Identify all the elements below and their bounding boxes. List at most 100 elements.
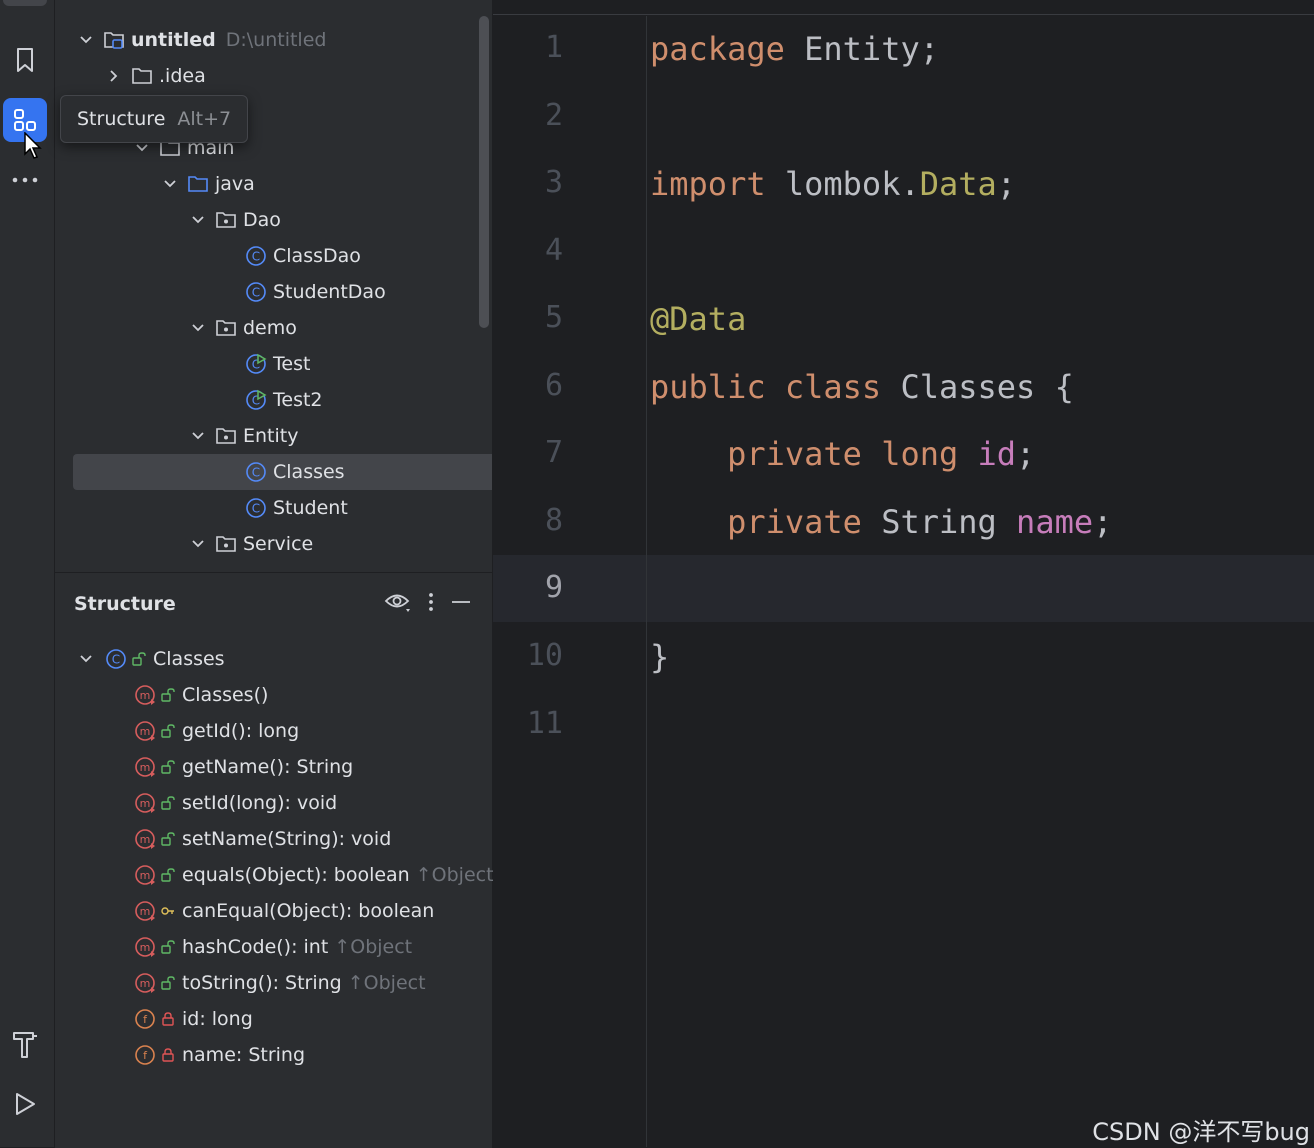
project-scrollbar[interactable] xyxy=(479,16,489,328)
svg-text:C: C xyxy=(112,653,120,667)
chevron-down-icon[interactable] xyxy=(189,211,207,229)
chevron-down-icon[interactable] xyxy=(189,535,207,553)
chevron-down-icon[interactable] xyxy=(189,427,207,445)
line-number[interactable]: 2 xyxy=(493,98,563,133)
view-options-button[interactable] xyxy=(384,591,412,617)
code-line-10[interactable]: } xyxy=(650,638,669,676)
tree-row-service[interactable]: Service xyxy=(55,526,492,562)
chevron-down-icon[interactable] xyxy=(77,31,95,49)
code-line-8[interactable]: private String name; xyxy=(650,503,1112,541)
method-icon: m xyxy=(134,936,156,958)
code-line-6[interactable]: public class Classes { xyxy=(650,368,1074,406)
keyword: private xyxy=(727,503,862,541)
project-panel: untitled D:\untitled .idea main java Dao… xyxy=(55,0,492,572)
tree-row-idea[interactable]: .idea xyxy=(55,58,492,94)
line-number[interactable]: 8 xyxy=(493,503,563,538)
svg-text:m: m xyxy=(140,761,151,774)
tree-row-entity[interactable]: Entity xyxy=(55,418,492,454)
structure-member-row[interactable]: f id: long xyxy=(134,1001,253,1037)
project-tool-button[interactable] xyxy=(3,0,47,6)
line-number[interactable]: 10 xyxy=(493,638,563,673)
tree-row-studentdao[interactable]: C StudentDao xyxy=(55,274,492,310)
code-text: ; xyxy=(996,165,1017,203)
watermark: CSDN @洋不写bug xyxy=(1092,1118,1310,1146)
line-number[interactable]: 3 xyxy=(493,165,563,200)
structure-member-row[interactable]: m hashCode(): int ↑Object xyxy=(134,929,412,965)
tree-label: Test2 xyxy=(273,389,323,411)
tree-row-classdao[interactable]: C ClassDao xyxy=(55,238,492,274)
field-icon: f xyxy=(134,1044,156,1066)
line-number-current[interactable]: 9 xyxy=(493,570,563,605)
chevron-down-icon[interactable] xyxy=(161,175,179,193)
line-number[interactable]: 6 xyxy=(493,368,563,403)
run-tool-button[interactable] xyxy=(3,1082,47,1126)
tree-row-test[interactable]: C Test xyxy=(55,346,492,382)
structure-member-row[interactable]: m getId(): long xyxy=(134,713,299,749)
tree-row-demo[interactable]: demo xyxy=(55,310,492,346)
public-visibility-icon xyxy=(131,651,147,667)
keyword: private long xyxy=(727,435,959,473)
structure-member-row[interactable]: m setId(long): void xyxy=(134,785,337,821)
more-tools-button[interactable] xyxy=(3,158,47,202)
tree-row-student[interactable]: C Student xyxy=(55,490,492,526)
line-number[interactable]: 5 xyxy=(493,300,563,335)
line-number[interactable]: 1 xyxy=(493,30,563,65)
member-signature: canEqual(Object): boolean xyxy=(182,900,435,922)
tree-label: Dao xyxy=(243,209,281,231)
structure-member-row[interactable]: m setName(String): void xyxy=(134,821,391,857)
hide-panel-button[interactable] xyxy=(450,591,472,617)
structure-member-row[interactable]: f name: String xyxy=(134,1037,305,1073)
member-signature: id: long xyxy=(182,1008,253,1030)
hammer-icon xyxy=(13,1032,37,1058)
runnable-class-icon: C xyxy=(245,353,267,375)
structure-member-row[interactable]: m getName(): String xyxy=(134,749,353,785)
more-horizontal-icon xyxy=(12,177,38,183)
class-icon: C xyxy=(245,497,267,519)
tree-row-dao[interactable]: Dao xyxy=(55,202,492,238)
line-number[interactable]: 11 xyxy=(493,706,563,741)
code-editor[interactable]: 1 2 3 4 5 6 7 8 9 10 11 package Entity; … xyxy=(493,0,1314,1147)
method-icon: m xyxy=(134,684,156,706)
code-text: Entity; xyxy=(784,30,939,68)
line-number[interactable]: 7 xyxy=(493,435,563,470)
tree-row-test2[interactable]: C Test2 xyxy=(55,382,492,418)
chevron-right-icon[interactable] xyxy=(105,67,123,85)
svg-text:m: m xyxy=(140,977,151,990)
structure-root-row[interactable]: C Classes xyxy=(77,641,225,677)
structure-member-row[interactable]: m equals(Object): boolean ↑Object xyxy=(134,857,494,893)
structure-icon xyxy=(14,109,36,131)
chevron-down-icon[interactable] xyxy=(77,650,95,668)
code-line-1[interactable]: package Entity; xyxy=(650,30,939,68)
structure-member-row[interactable]: m toString(): String ↑Object xyxy=(134,965,426,1001)
structure-member-row[interactable]: m canEqual(Object): boolean xyxy=(134,893,434,929)
tooltip-label: Structure xyxy=(77,108,166,130)
tree-label: demo xyxy=(243,317,297,339)
gutter-divider xyxy=(646,16,647,1147)
code-line-5[interactable]: @Data xyxy=(650,300,746,338)
tree-row-java[interactable]: java xyxy=(55,166,492,202)
class-icon: C xyxy=(105,648,127,670)
method-icon: m xyxy=(134,792,156,814)
method-icon: m xyxy=(134,864,156,886)
options-menu-button[interactable] xyxy=(426,591,436,617)
chevron-down-icon[interactable] xyxy=(189,319,207,337)
package-icon xyxy=(215,209,237,231)
class-icon: C xyxy=(245,281,267,303)
structure-title: Structure xyxy=(74,593,176,615)
code-line-3[interactable]: import lombok.Data; xyxy=(650,165,1016,203)
public-visibility-icon xyxy=(160,759,176,775)
code-text: } xyxy=(650,638,670,676)
class-icon: C xyxy=(245,461,267,483)
structure-member-row[interactable]: m Classes() xyxy=(134,677,268,713)
tree-label: .idea xyxy=(159,65,206,87)
member-signature: Classes() xyxy=(182,684,269,706)
method-icon: m xyxy=(134,828,156,850)
svg-text:m: m xyxy=(140,725,151,738)
bookmarks-tool-button[interactable] xyxy=(3,38,47,82)
tree-row-root[interactable]: untitled D:\untitled xyxy=(55,22,492,58)
tree-row-classes[interactable]: C Classes xyxy=(73,454,492,490)
build-tool-button[interactable] xyxy=(3,1022,47,1066)
code-line-7[interactable]: private long id; xyxy=(650,435,1035,473)
line-number[interactable]: 4 xyxy=(493,233,563,268)
svg-text:m: m xyxy=(140,941,151,954)
